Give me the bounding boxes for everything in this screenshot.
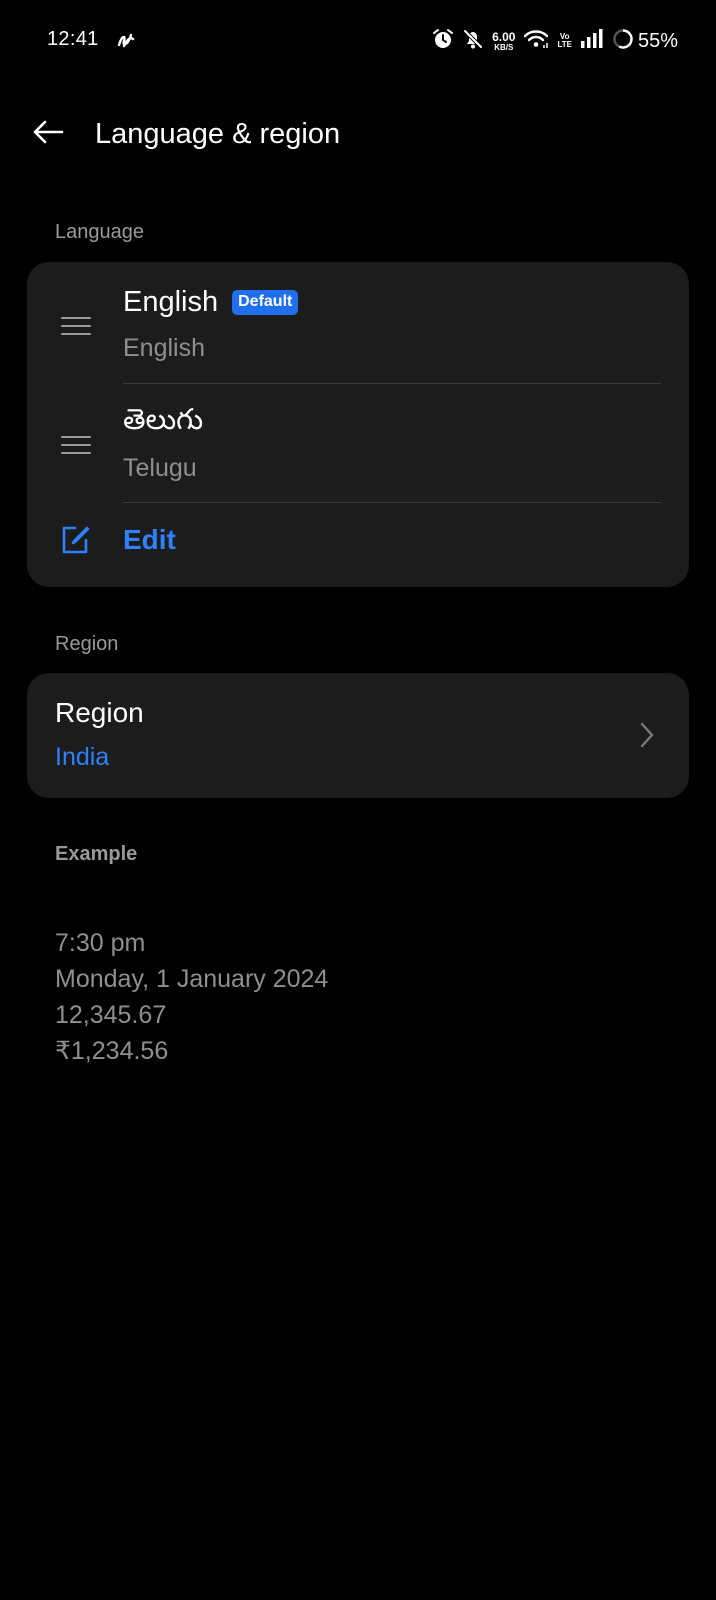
net-speed: 6.00 KB/S (492, 31, 515, 52)
page-title: Language & region (95, 118, 341, 150)
net-speed-value: 6.00 (492, 29, 516, 44)
example-lines: 7:30 pm Monday, 1 January 2024 12,345.67… (55, 925, 328, 1069)
example-number: 12,345.67 (55, 1001, 167, 1029)
status-icons: 6.00 KB/S Vo LTE 55% (432, 26, 678, 56)
back-button[interactable] (28, 114, 68, 154)
mute-bell-icon (462, 28, 484, 55)
region-row[interactable]: Region India (27, 673, 689, 798)
language-section-label: Language (55, 221, 144, 243)
alarm-icon (432, 28, 454, 55)
back-arrow-icon (32, 120, 64, 149)
region-value: India (55, 743, 110, 771)
region-section-label: Region (55, 633, 119, 655)
region-title: Region (55, 697, 144, 728)
chevron-right-icon (639, 721, 655, 754)
wifi-icon (523, 29, 549, 54)
battery-ring-icon (612, 28, 634, 55)
net-speed-unit: KB/S (494, 42, 514, 52)
default-badge: Default (232, 290, 299, 315)
status-time: 12:41 (47, 28, 99, 50)
language-name-text: English (123, 286, 219, 318)
edit-languages-button[interactable]: Edit (27, 502, 689, 582)
app-header: Language & region (0, 104, 716, 168)
example-date: Monday, 1 January 2024 (55, 965, 329, 993)
edit-icon (59, 524, 91, 561)
example-section-label: Example (55, 843, 138, 865)
signal-icon (580, 28, 604, 54)
language-native-name: Telugu (123, 454, 197, 482)
language-row-english[interactable]: English Default English (27, 262, 689, 380)
example-currency: ₹1,234.56 (55, 1037, 169, 1065)
status-bar: 12:41 6.00 KB/S Vo LTE 55% (0, 0, 716, 80)
edit-label: Edit (123, 524, 176, 555)
language-card: English Default English తెలుగు Telugu Ed… (27, 262, 689, 587)
volte-indicator: Vo LTE (557, 33, 572, 49)
drag-handle-icon[interactable] (61, 436, 91, 454)
language-native-name: English (123, 334, 205, 362)
drag-handle-icon[interactable] (61, 317, 91, 335)
assistant-swirl-icon (116, 31, 136, 54)
language-name: English Default (123, 286, 299, 319)
language-row-telugu[interactable]: తెలుగు Telugu (27, 384, 689, 502)
battery-percent: 55% (637, 29, 678, 52)
example-time: 7:30 pm (55, 929, 146, 957)
language-name-text: తెలుగు (123, 404, 204, 436)
language-name: తెలుగు (123, 404, 203, 444)
volte-bottom: LTE (557, 40, 572, 49)
